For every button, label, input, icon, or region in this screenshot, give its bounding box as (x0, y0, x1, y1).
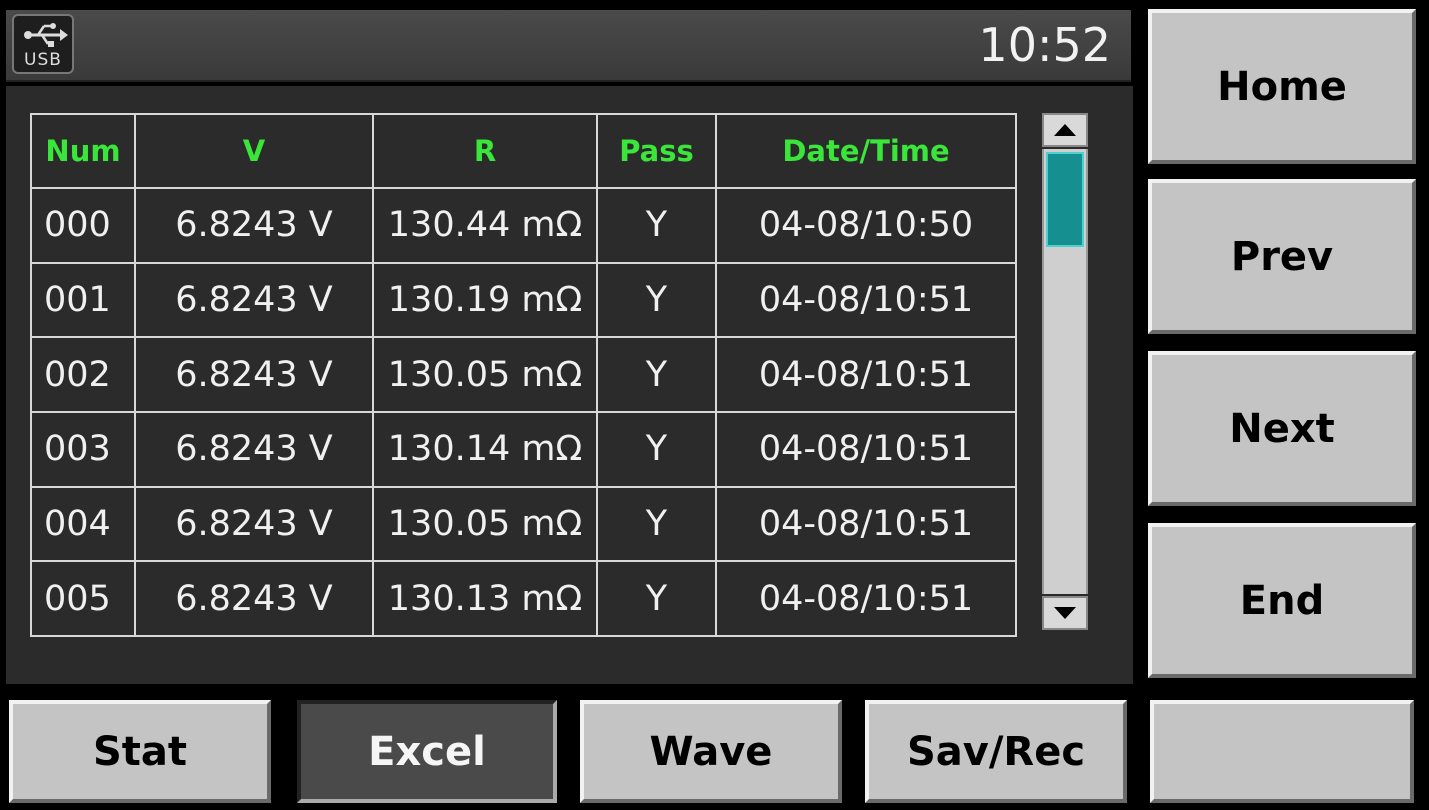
cell-voltage: 6.8243 V (134, 560, 374, 637)
status-bar: USB 10:52 (6, 10, 1131, 82)
cell-resistance: 130.44 mΩ (372, 187, 598, 264)
cell-voltage: 6.8243 V (134, 187, 374, 264)
cell-resistance: 130.13 mΩ (372, 560, 598, 637)
records-table: Num V R Pass Date/Time 000 6.8243 V 130.… (30, 113, 1017, 637)
column-header-datetime[interactable]: Date/Time (715, 113, 1017, 189)
cell-resistance: 130.19 mΩ (372, 261, 598, 339)
column-header-r[interactable]: R (372, 113, 598, 189)
cell-voltage: 6.8243 V (134, 485, 374, 563)
cell-pass: Y (596, 187, 717, 264)
table-row[interactable]: 002 6.8243 V 130.05 mΩ Y 04-08/10:51 (30, 336, 1017, 413)
cell-resistance: 130.05 mΩ (372, 485, 598, 563)
excel-button[interactable]: Excel (297, 700, 557, 803)
cell-pass: Y (596, 410, 717, 488)
cell-num: 005 (30, 560, 136, 637)
arrow-down-icon (1054, 607, 1076, 619)
sav-rec-button[interactable]: Sav/Rec (865, 700, 1127, 803)
table-row[interactable]: 005 6.8243 V 130.13 mΩ Y 04-08/10:51 (30, 560, 1017, 637)
column-header-num[interactable]: Num (30, 113, 136, 189)
blank-button[interactable] (1150, 700, 1414, 803)
clock: 10:52 (978, 18, 1111, 72)
cell-datetime: 04-08/10:51 (715, 336, 1017, 413)
scrollbar-thumb[interactable] (1046, 152, 1084, 247)
usb-icon (24, 23, 68, 47)
stat-button[interactable]: Stat (9, 700, 271, 803)
usb-label: USB (24, 50, 62, 70)
table-row[interactable]: 003 6.8243 V 130.14 mΩ Y 04-08/10:51 (30, 410, 1017, 488)
table-row[interactable]: 001 6.8243 V 130.19 mΩ Y 04-08/10:51 (30, 261, 1017, 339)
cell-num: 004 (30, 485, 136, 563)
scroll-up-button[interactable] (1042, 113, 1088, 147)
home-button[interactable]: Home (1148, 9, 1416, 164)
next-button[interactable]: Next (1148, 351, 1416, 506)
cell-pass: Y (596, 261, 717, 339)
records-panel: Num V R Pass Date/Time 000 6.8243 V 130.… (6, 86, 1133, 684)
column-header-v[interactable]: V (134, 113, 374, 189)
scroll-down-button[interactable] (1042, 596, 1088, 630)
cell-datetime: 04-08/10:51 (715, 261, 1017, 339)
cell-resistance: 130.14 mΩ (372, 410, 598, 488)
cell-num: 001 (30, 261, 136, 339)
column-header-pass[interactable]: Pass (596, 113, 717, 189)
cell-datetime: 04-08/10:51 (715, 410, 1017, 488)
cell-pass: Y (596, 560, 717, 637)
prev-button[interactable]: Prev (1148, 179, 1416, 334)
cell-voltage: 6.8243 V (134, 410, 374, 488)
cell-datetime: 04-08/10:51 (715, 560, 1017, 637)
table-header-row: Num V R Pass Date/Time (30, 113, 1017, 189)
cell-num: 002 (30, 336, 136, 413)
table-row[interactable]: 000 6.8243 V 130.44 mΩ Y 04-08/10:50 (30, 187, 1017, 264)
scrollbar-track[interactable] (1042, 149, 1088, 594)
cell-voltage: 6.8243 V (134, 261, 374, 339)
cell-datetime: 04-08/10:51 (715, 485, 1017, 563)
cell-voltage: 6.8243 V (134, 336, 374, 413)
cell-resistance: 130.05 mΩ (372, 336, 598, 413)
cell-pass: Y (596, 485, 717, 563)
cell-pass: Y (596, 336, 717, 413)
cell-num: 003 (30, 410, 136, 488)
table-row[interactable]: 004 6.8243 V 130.05 mΩ Y 04-08/10:51 (30, 485, 1017, 563)
cell-num: 000 (30, 187, 136, 264)
wave-button[interactable]: Wave (580, 700, 842, 803)
cell-datetime: 04-08/10:50 (715, 187, 1017, 264)
end-button[interactable]: End (1148, 523, 1416, 678)
usb-indicator: USB (12, 14, 74, 74)
arrow-up-icon (1054, 124, 1076, 136)
